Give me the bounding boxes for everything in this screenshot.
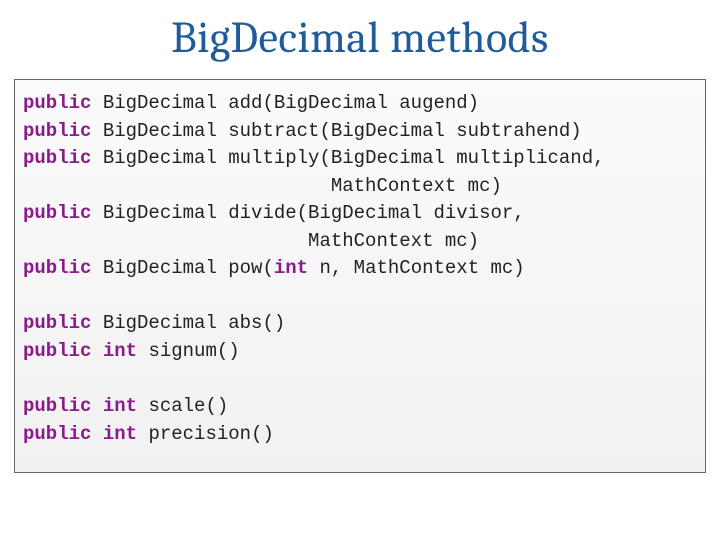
code-text: signum() <box>137 340 240 362</box>
slide: BigDecimal methods public BigDecimal add… <box>0 0 720 540</box>
keyword-int: int <box>103 423 137 445</box>
code-text: precision() <box>137 423 274 445</box>
code-text: BigDecimal subtract(BigDecimal subtrahen… <box>91 120 581 142</box>
code-text <box>91 340 102 362</box>
code-text: BigDecimal multiply(BigDecimal multiplic… <box>91 147 604 169</box>
keyword-public: public <box>23 257 91 279</box>
code-text <box>91 423 102 445</box>
keyword-public: public <box>23 120 91 142</box>
code-text: scale() <box>137 395 228 417</box>
code-text: BigDecimal add(BigDecimal augend) <box>91 92 479 114</box>
keyword-public: public <box>23 395 91 417</box>
code-text: n, MathContext mc) <box>308 257 525 279</box>
code-text <box>91 395 102 417</box>
keyword-int: int <box>103 340 137 362</box>
code-block: public BigDecimal add(BigDecimal augend)… <box>14 79 706 473</box>
keyword-public: public <box>23 340 91 362</box>
code-text: BigDecimal pow( <box>91 257 273 279</box>
keyword-int: int <box>103 395 137 417</box>
code-text: MathContext mc) <box>23 230 479 252</box>
keyword-public: public <box>23 423 91 445</box>
code-text: BigDecimal divide(BigDecimal divisor, <box>91 202 524 224</box>
keyword-int: int <box>274 257 308 279</box>
keyword-public: public <box>23 312 91 334</box>
code-text: MathContext mc) <box>23 175 502 197</box>
code-text: BigDecimal abs() <box>91 312 285 334</box>
keyword-public: public <box>23 202 91 224</box>
keyword-public: public <box>23 92 91 114</box>
slide-title: BigDecimal methods <box>0 12 720 63</box>
keyword-public: public <box>23 147 91 169</box>
